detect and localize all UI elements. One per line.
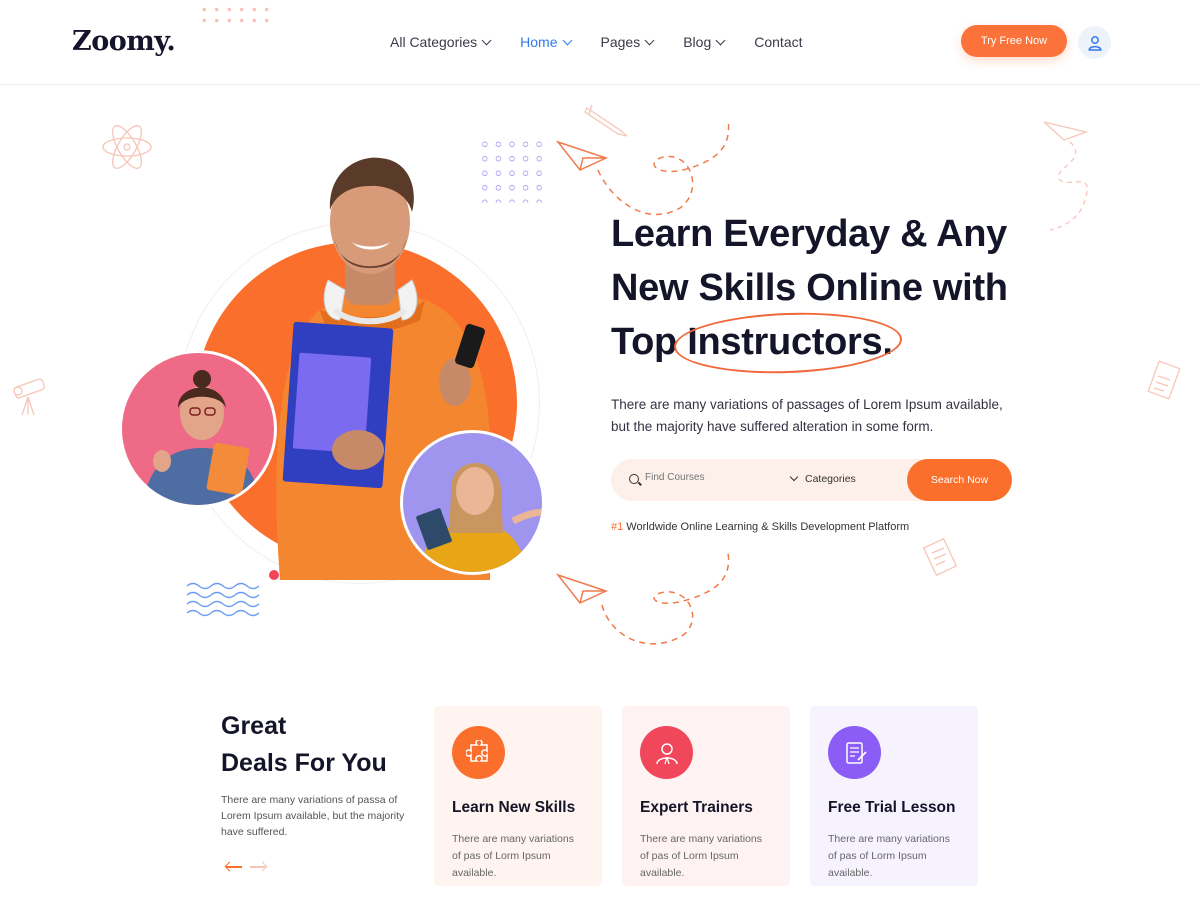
chevron-down-icon [481, 35, 492, 45]
deals-heading: Great Deals For You [221, 708, 387, 782]
feature-card-free-trial-lesson[interactable]: Free Trial Lesson There are many variati… [810, 706, 978, 886]
paper-plane-icon [1043, 121, 1089, 231]
nav-item-label: Blog [683, 34, 712, 50]
lesson-icon [828, 726, 881, 779]
carousel-arrows [226, 862, 266, 872]
card-title: Free Trial Lesson [828, 799, 956, 816]
trainer-icon [640, 726, 693, 779]
card-description: There are many variations of pas of Lorm… [452, 833, 574, 879]
nav-item-home[interactable]: Home [520, 34, 572, 50]
main-nav: All Categories Home Pages Blog Contact [390, 34, 803, 50]
user-icon [1087, 35, 1102, 51]
student-girl-illustration [142, 370, 262, 505]
chevron-down-icon [644, 35, 655, 45]
nav-item-label: Pages [600, 34, 641, 50]
card-title: Learn New Skills [452, 799, 576, 816]
user-account-button[interactable] [1078, 26, 1111, 59]
rank-badge: #1 [611, 521, 624, 533]
chevron-down-icon [562, 35, 572, 45]
site-header: Zoomy. All Categories Home Pages Blog Co… [0, 0, 1200, 85]
deals-description: There are many variations of passa of Lo… [221, 794, 405, 838]
search-icon [629, 474, 639, 484]
categories-label: Categories [805, 473, 856, 485]
try-free-button[interactable]: Try Free Now [961, 25, 1067, 57]
card-title: Expert Trainers [640, 799, 753, 816]
categories-dropdown[interactable]: Categories [789, 472, 856, 485]
note-icon [922, 537, 958, 577]
deals-heading-line: Deals For You [221, 749, 387, 777]
telescope-icon [13, 378, 45, 416]
hero-title-line: New Skills Online with [611, 267, 1008, 309]
platform-tagline: #1 Worldwide Online Learning & Skills De… [611, 521, 909, 533]
hero-illustration [110, 150, 560, 620]
puzzle-icon [452, 726, 505, 779]
chevron-down-icon [715, 35, 726, 45]
nav-item-label: Home [520, 34, 558, 50]
nav-item-label: Contact [754, 34, 803, 50]
chevron-down-icon [789, 472, 799, 482]
arrow-left-icon[interactable] [226, 862, 242, 872]
nav-item-label: All Categories [390, 34, 478, 50]
hero-title-line: Learn Everyday & Any [611, 213, 1007, 255]
find-courses-input[interactable] [645, 472, 775, 483]
decorative-dots [198, 4, 274, 26]
deals-heading-line: Great [221, 712, 287, 740]
card-description: There are many variations of pas of Lorm… [640, 833, 762, 879]
student-girl-illustration [416, 463, 542, 572]
nav-item-blog[interactable]: Blog [683, 34, 726, 50]
decorative-dot [269, 570, 279, 580]
nav-item-all-categories[interactable]: All Categories [390, 34, 492, 50]
nav-item-pages[interactable]: Pages [600, 34, 655, 50]
course-search-bar: Categories Search Now [611, 459, 1012, 501]
feature-card-learn-new-skills[interactable]: Learn New Skills There are many variatio… [434, 706, 602, 886]
feature-card-expert-trainers[interactable]: Expert Trainers There are many variation… [622, 706, 790, 886]
arrow-right-icon[interactable] [250, 862, 266, 872]
student-girl-right-image [400, 430, 545, 575]
note-icon [1147, 360, 1181, 400]
hero-description: There are many variations of passages of… [611, 397, 1003, 434]
platform-tagline-text: Worldwide Online Learning & Skills Devel… [623, 521, 910, 533]
card-description: There are many variations of pas of Lorm… [828, 833, 950, 879]
paper-plane-icon [555, 552, 730, 645]
student-girl-left-image [119, 350, 277, 508]
logo[interactable]: Zoomy. [72, 26, 176, 57]
nav-item-contact[interactable]: Contact [754, 34, 802, 50]
search-now-button[interactable]: Search Now [907, 459, 1012, 501]
